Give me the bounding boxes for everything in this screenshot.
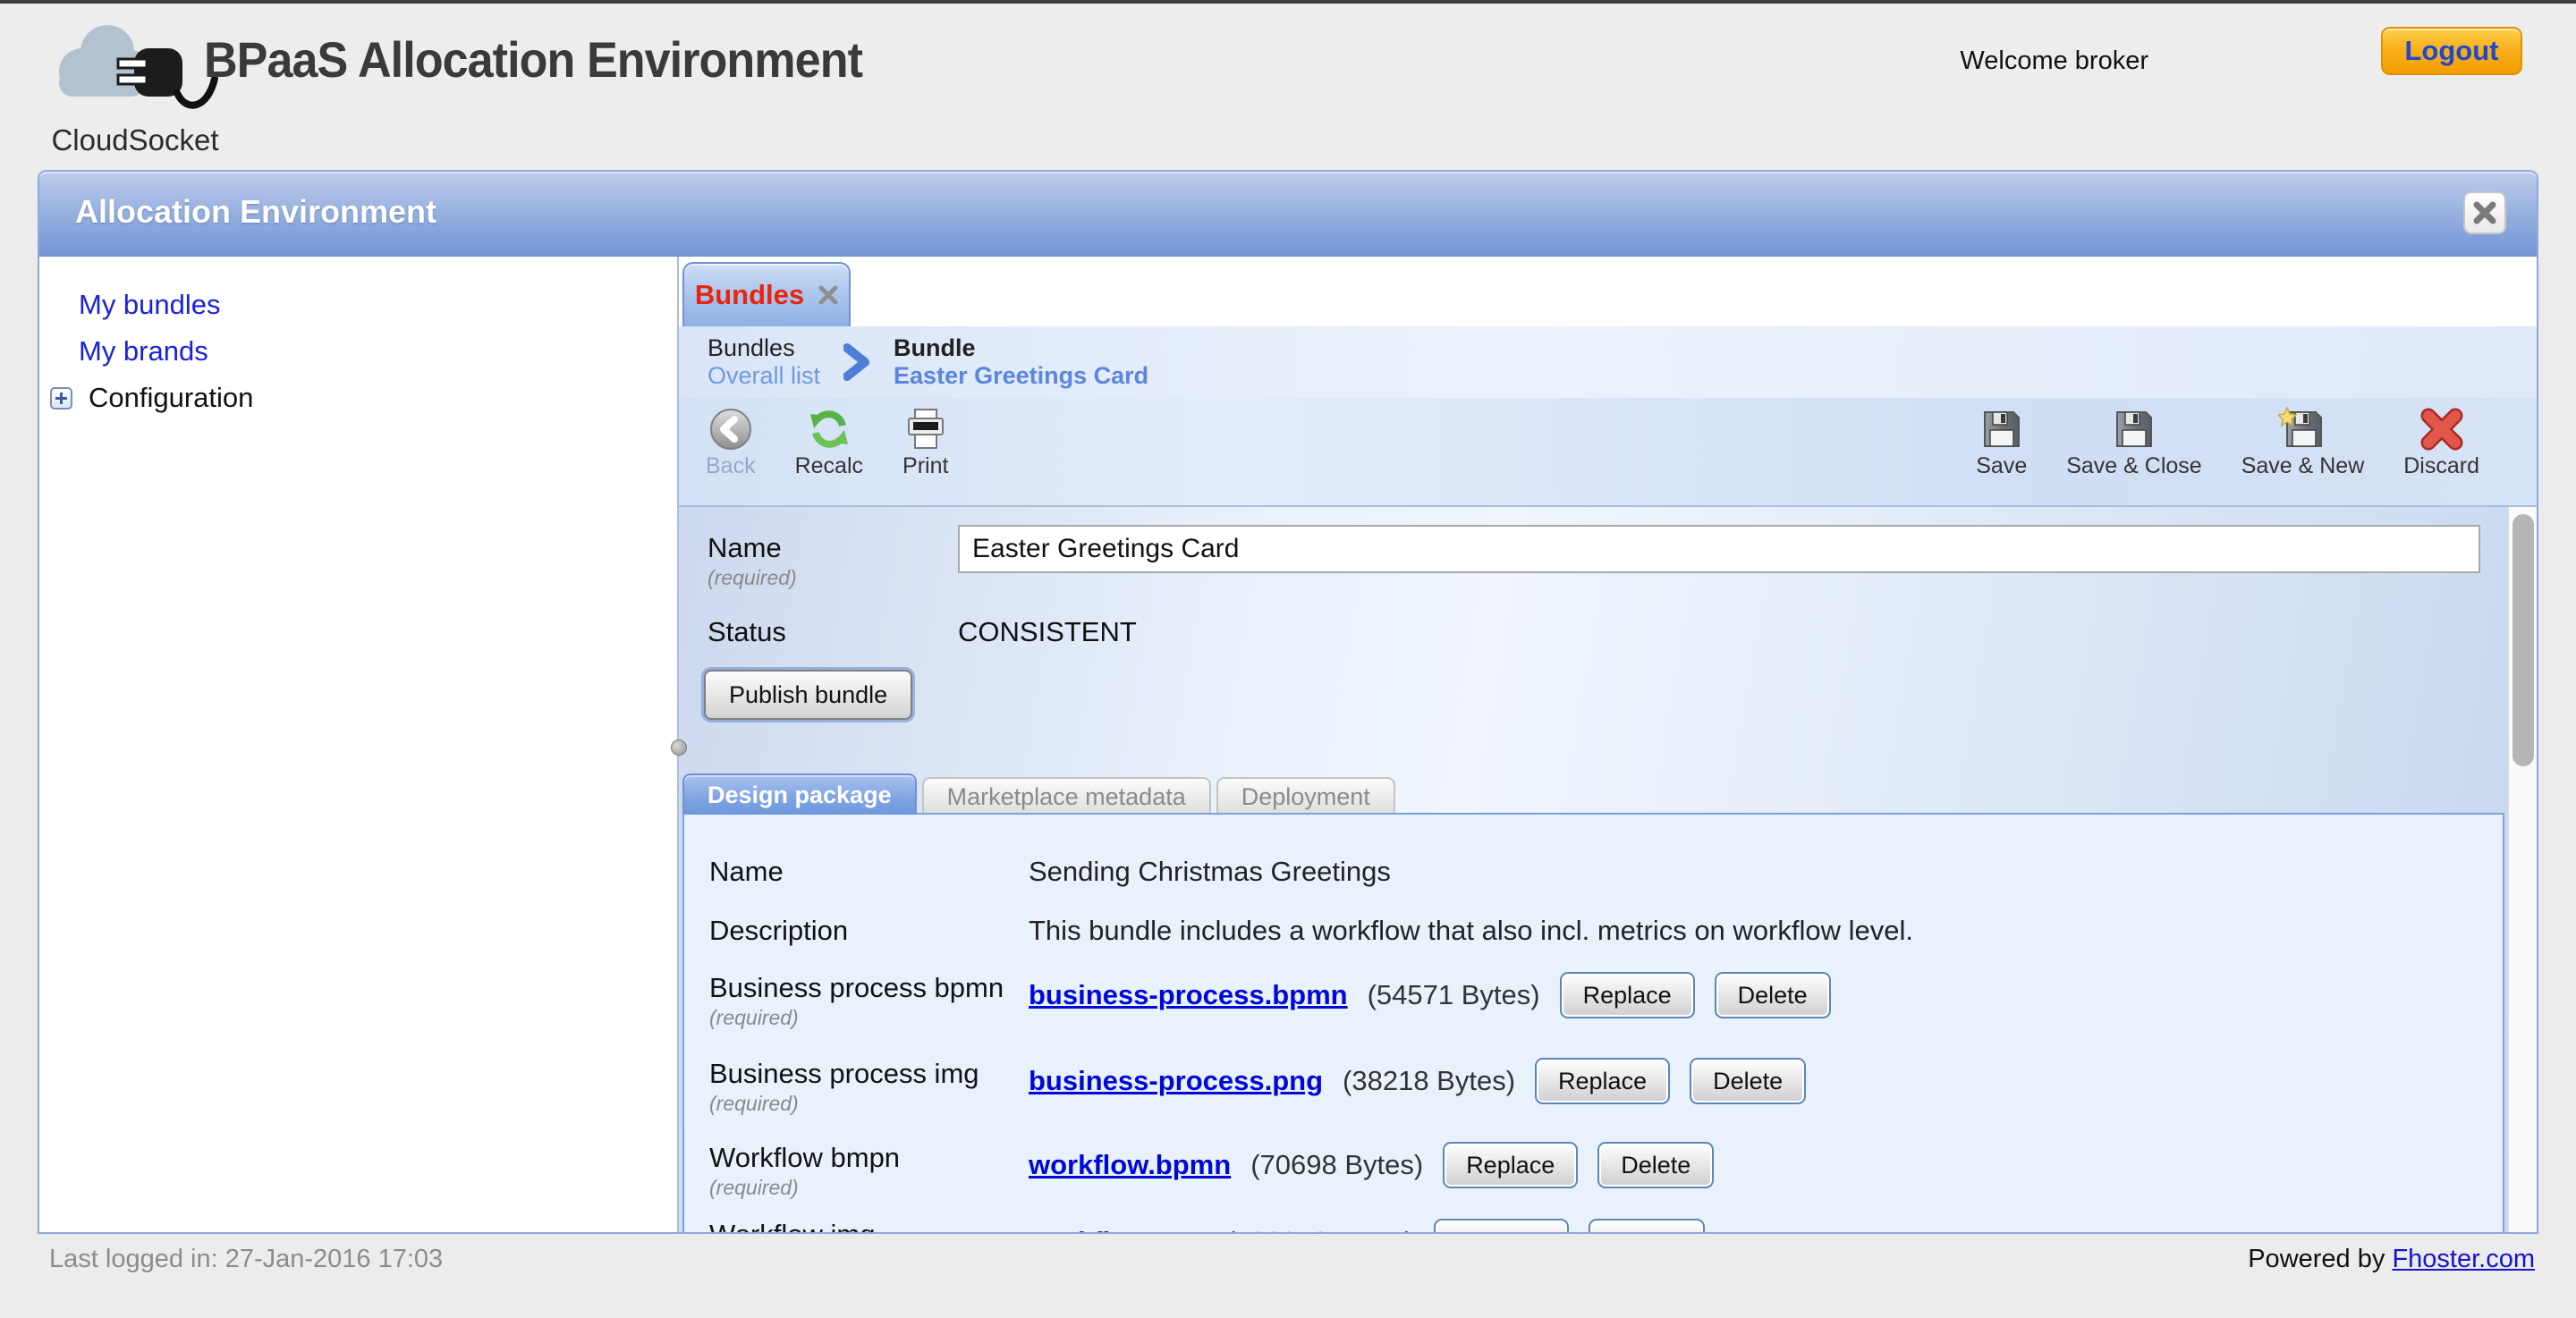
tab-deployment[interactable]: Deployment: [1216, 777, 1395, 815]
back-button[interactable]: Back: [706, 407, 756, 479]
breadcrumb: Bundles Overall list Bundle Easter Greet…: [679, 326, 2537, 398]
scrollbar-thumb[interactable]: [2512, 514, 2534, 766]
file-link-workflow-bpmn[interactable]: workflow.bpmn: [1029, 1149, 1231, 1181]
content-area: Bundles Bundles Overall list Bu: [679, 257, 2537, 1232]
toolbar: Back Recalc: [679, 398, 2537, 507]
replace-button[interactable]: Replace: [1443, 1142, 1578, 1188]
print-button[interactable]: Print: [902, 407, 948, 479]
file-link-business-process-png[interactable]: business-process.png: [1029, 1065, 1323, 1097]
sidebar-item-configuration[interactable]: Configuration: [50, 382, 253, 414]
breadcrumb-current: Bundle Easter Greetings Card: [894, 334, 1148, 390]
print-icon: [903, 407, 948, 452]
name-field-label: Name: [708, 532, 782, 564]
back-icon: [708, 407, 753, 452]
toolbar-left-group: Back Recalc: [706, 407, 948, 479]
vertical-scrollbar[interactable]: [2508, 507, 2537, 1232]
last-login-text: Last logged in: 27-Jan-2016 17:03: [49, 1245, 443, 1274]
file-size: (38218 Bytes): [1343, 1065, 1515, 1097]
publish-bundle-button[interactable]: Publish bundle: [704, 670, 912, 720]
recalc-button[interactable]: Recalc: [795, 407, 863, 479]
logo-text: CloudSocket: [32, 123, 238, 157]
sidebar-item-my-bundles[interactable]: My bundles: [79, 289, 221, 321]
recalc-icon: [807, 407, 852, 452]
sidebar-item-my-brands[interactable]: My brands: [79, 335, 208, 368]
save-close-icon: [2112, 407, 2157, 452]
powered-by: Powered by Fhoster.com: [2248, 1245, 2535, 1274]
file-size: (169876 Bytes): [1226, 1226, 1414, 1232]
sidebar: My bundles My brands Configuration: [39, 257, 679, 1232]
name-required-hint: (required): [708, 566, 797, 590]
bundle-dp-name: Sending Christmas Greetings: [1029, 856, 1391, 888]
status-value: CONSISTENT: [958, 616, 1137, 648]
save-button[interactable]: Save: [1976, 407, 2027, 479]
toolbar-right-group: Save Save & Close: [1976, 407, 2479, 479]
design-package-panel: Name Sending Christmas Greetings Descrip…: [682, 813, 2504, 1232]
replace-button[interactable]: Replace: [1535, 1058, 1670, 1104]
file-size: (54571 Bytes): [1368, 979, 1540, 1011]
bundle-name-input[interactable]: [958, 525, 2480, 573]
delete-button[interactable]: Delete: [1597, 1142, 1714, 1188]
file-link-workflow-png[interactable]: workflow.png: [1029, 1226, 1207, 1232]
breadcrumb-chevron-icon: [843, 343, 870, 381]
file-link-business-process-bpmn[interactable]: business-process.bpmn: [1029, 979, 1348, 1011]
delete-button[interactable]: Delete: [1690, 1058, 1806, 1104]
welcome-text: Welcome broker: [1960, 46, 2148, 76]
breadcrumb-parent[interactable]: Bundles Overall list: [708, 334, 820, 390]
expand-plus-icon[interactable]: [50, 387, 72, 410]
save-and-new-button[interactable]: Save & New: [2241, 407, 2365, 479]
replace-button[interactable]: Replace: [1560, 972, 1695, 1018]
window-header: Allocation Environment: [39, 172, 2537, 257]
file-size: (70698 Bytes): [1250, 1149, 1423, 1181]
document-tab-row: Bundles: [679, 257, 2537, 326]
cloudsocket-logo: CloudSocket: [45, 20, 224, 154]
detail-tabs: Design package Marketplace metadata Depl…: [682, 773, 1395, 815]
page-header: CloudSocket BPaaS Allocation Environment…: [0, 4, 2576, 168]
save-and-close-button[interactable]: Save & Close: [2066, 407, 2201, 479]
save-new-icon: [2278, 407, 2326, 452]
delete-button[interactable]: Delete: [1715, 972, 1831, 1018]
tab-marketplace-metadata[interactable]: Marketplace metadata: [922, 777, 1211, 815]
logout-button[interactable]: Logout: [2381, 27, 2522, 75]
splitter-handle[interactable]: [671, 739, 687, 756]
discard-button[interactable]: Discard: [2403, 407, 2479, 479]
status-field-label: Status: [708, 616, 786, 648]
replace-button[interactable]: Replace: [1434, 1219, 1569, 1232]
discard-icon: [2419, 407, 2464, 452]
allocation-environment-window: Allocation Environment My bundles My bra…: [38, 170, 2538, 1234]
close-icon: [2473, 201, 2496, 224]
bundle-dp-description: This bundle includes a workflow that als…: [1029, 915, 1913, 947]
window-close-button[interactable]: [2463, 191, 2506, 234]
cloud-plug-icon: [45, 20, 224, 127]
save-icon: [1979, 407, 2024, 452]
window-title: Allocation Environment: [75, 193, 436, 231]
tab-close-icon[interactable]: [818, 285, 838, 305]
tab-design-package[interactable]: Design package: [682, 773, 917, 815]
bundle-form-scroll-region: Name (required) Status CONSISTENT Publis…: [679, 507, 2537, 1232]
delete-button[interactable]: Delete: [1589, 1219, 1705, 1232]
tab-bundles[interactable]: Bundles: [682, 262, 851, 326]
app-title: BPaaS Allocation Environment: [204, 30, 862, 89]
fhoster-link[interactable]: Fhoster.com: [2392, 1245, 2535, 1273]
